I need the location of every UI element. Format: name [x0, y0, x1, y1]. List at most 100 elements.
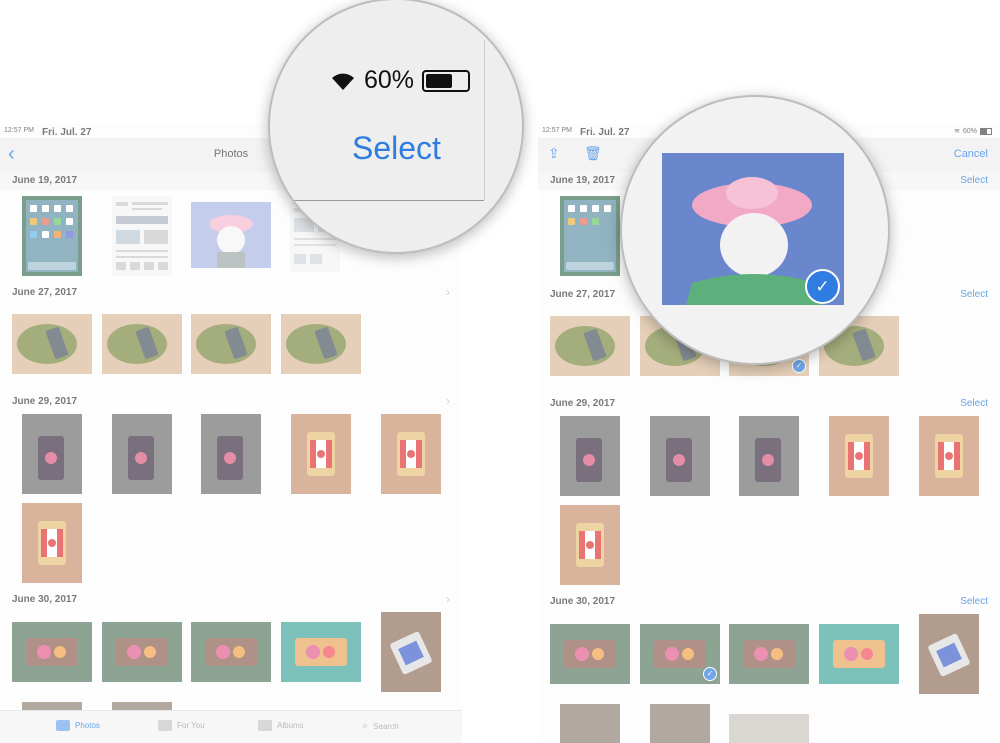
tab-search[interactable]: ⌕ Search: [362, 720, 399, 733]
photo-thumbnail[interactable]: [281, 622, 361, 682]
section-date: June 29, 2017: [12, 396, 78, 407]
photos-icon: [56, 720, 70, 731]
tab-label: Albums: [277, 721, 304, 730]
tab-label: Search: [373, 722, 399, 731]
canada-flag-phone-photo: [560, 505, 620, 585]
photo-thumbnail[interactable]: [381, 414, 441, 494]
selected-check-icon: ✓: [805, 269, 840, 304]
trash-icon[interactable]: 🗑: [584, 145, 602, 162]
phone-on-wood-photo: [381, 612, 441, 692]
photo-thumbnail[interactable]: [729, 624, 809, 684]
phone-on-foil-photo: [650, 416, 710, 496]
photo-thumbnail[interactable]: [560, 416, 620, 496]
photo-thumbnail[interactable]: [112, 414, 172, 494]
canada-flag-phone-photo: [381, 414, 441, 494]
photo-thumbnail[interactable]: [12, 314, 92, 374]
photo-thumbnail[interactable]: [22, 196, 82, 276]
selected-check-icon: ✓: [703, 667, 717, 681]
document-screenshot: [116, 202, 168, 270]
canada-flag-phone-photo: [22, 503, 82, 583]
photo-thumbnail[interactable]: [560, 505, 620, 585]
for-you-icon: [158, 720, 172, 731]
phone-on-green-photo: [102, 622, 182, 682]
photo-thumbnail[interactable]: [650, 704, 710, 743]
photo-thumbnail[interactable]: [112, 196, 172, 276]
photo-thumbnail[interactable]: [201, 414, 261, 494]
chevron-right-icon[interactable]: ›: [446, 592, 450, 606]
tab-bar: Photos For You Albums ⌕ Search: [0, 710, 462, 743]
section-date: June 30, 2017: [550, 596, 616, 607]
photo-thumbnail[interactable]: [550, 316, 630, 376]
section-date: June 19, 2017: [12, 175, 78, 186]
tab-photos[interactable]: Photos: [56, 720, 100, 731]
cancel-button[interactable]: Cancel: [954, 148, 988, 160]
phone-on-foil-photo: [560, 416, 620, 496]
photo-thumbnail[interactable]: [919, 614, 979, 694]
phone-on-fabric-photo: [281, 314, 361, 374]
status-date: Fri. Jul. 27: [580, 127, 630, 138]
zoomed-status-bar: 60%: [330, 66, 471, 95]
photo-thumbnail[interactable]: [550, 624, 630, 684]
photo-thumbnail[interactable]: [22, 414, 82, 494]
phone-on-green-photo: [550, 624, 630, 684]
photo-thumbnail[interactable]: [102, 622, 182, 682]
battery-indicator: ≋ 60%: [954, 127, 992, 135]
screen-edge: [484, 40, 485, 200]
tab-albums[interactable]: Albums: [258, 720, 304, 731]
photo-thumbnail[interactable]: ✓: [640, 624, 720, 684]
section-select-button[interactable]: Select: [960, 398, 988, 409]
section-select-button[interactable]: Select: [960, 596, 988, 607]
section-select-button[interactable]: Select: [960, 289, 988, 300]
phone-on-fabric-photo: [550, 316, 630, 376]
canada-flag-phone-photo: [829, 416, 889, 496]
status-time: 12:57 PM: [4, 127, 34, 134]
selected-check-icon: ✓: [792, 359, 806, 373]
nav-divider: [270, 200, 484, 201]
photo-thumbnail[interactable]: [560, 704, 620, 743]
phone-on-fabric-photo: [191, 314, 271, 374]
photo-thumbnail[interactable]: [102, 314, 182, 374]
photo-thumbnail[interactable]: [381, 612, 441, 692]
battery-percent: 60%: [364, 66, 415, 94]
section-date: June 27, 2017: [12, 287, 78, 298]
section-date: June 30, 2017: [12, 594, 78, 605]
photo-thumbnail[interactable]: [650, 416, 710, 496]
tab-for-you[interactable]: For You: [158, 720, 205, 731]
photo-thumbnail[interactable]: [281, 314, 361, 374]
phone-on-foil-photo: [739, 416, 799, 496]
photo-thumbnail[interactable]: [191, 622, 271, 682]
select-button[interactable]: Select: [352, 130, 441, 167]
chevron-right-icon[interactable]: ›: [446, 285, 450, 299]
photo-thumbnail[interactable]: [919, 416, 979, 496]
status-time: 12:57 PM: [542, 127, 572, 134]
albums-icon: [258, 720, 272, 731]
share-icon[interactable]: ⇪: [548, 145, 560, 162]
tab-label: For You: [177, 721, 205, 730]
chevron-right-icon[interactable]: ›: [446, 394, 450, 408]
phone-on-teal-photo: [819, 624, 899, 684]
phone-on-fabric-photo: [102, 314, 182, 374]
wifi-icon: [332, 73, 354, 90]
photo-thumbnail[interactable]: [12, 622, 92, 682]
status-date: Fri. Jul. 27: [42, 127, 92, 138]
battery-percent: 60%: [962, 127, 977, 135]
photo-thumbnail[interactable]: [291, 414, 351, 494]
phone-on-teal-photo: [281, 622, 361, 682]
photo-thumbnail[interactable]: [560, 196, 620, 276]
photo-thumbnail[interactable]: [191, 314, 271, 374]
photo-thumbnail[interactable]: [22, 503, 82, 583]
photo-thumbnail[interactable]: [829, 416, 889, 496]
section-date: June 27, 2017: [550, 289, 616, 300]
canada-flag-phone-photo: [919, 416, 979, 496]
tab-label: Photos: [75, 721, 100, 730]
photo-thumbnail[interactable]: [819, 624, 899, 684]
phone-on-foil-photo: [201, 414, 261, 494]
phone-on-fabric-photo: [12, 314, 92, 374]
photo-thumbnail[interactable]: [739, 416, 799, 496]
search-icon: ⌕: [362, 720, 369, 732]
section-select-button[interactable]: Select: [960, 175, 988, 186]
photo-thumbnail[interactable]: [191, 202, 271, 268]
ipad-screenshot: [22, 196, 82, 276]
photo-thumbnail[interactable]: [729, 714, 809, 743]
phone-on-green-photo: [191, 622, 271, 682]
